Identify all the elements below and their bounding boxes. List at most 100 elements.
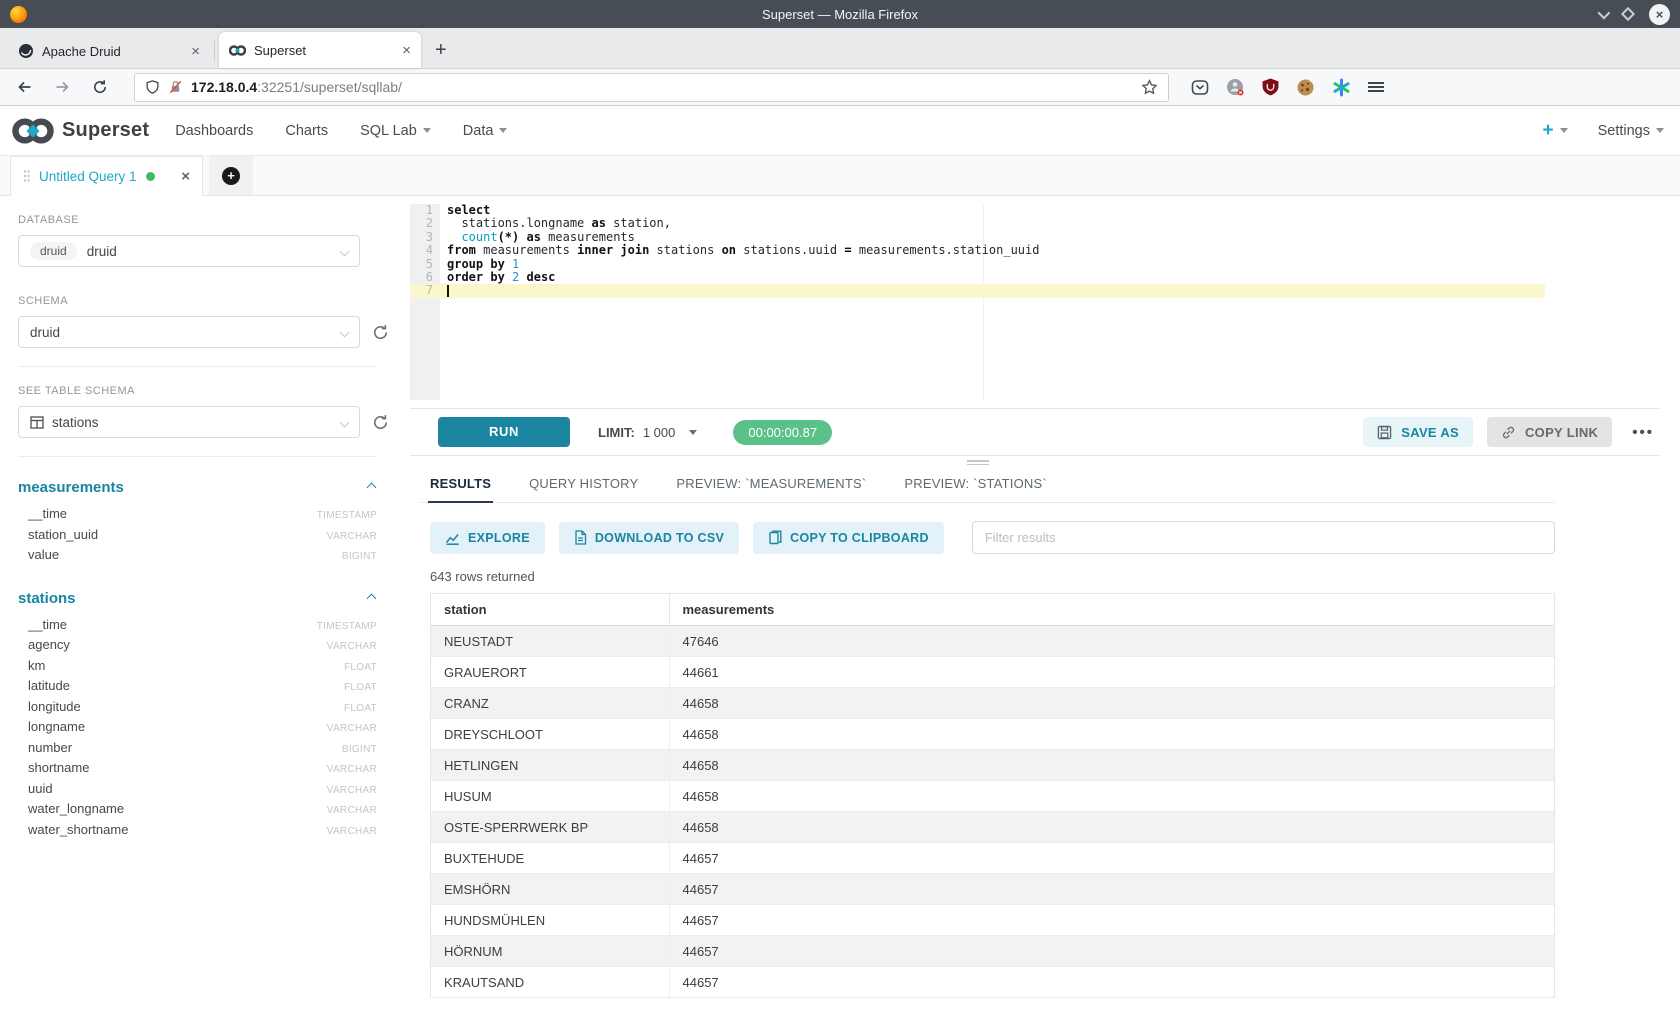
- column-type: TIMESTAMP: [317, 510, 377, 521]
- line-number: 4: [410, 244, 440, 257]
- chevron-up-icon[interactable]: [367, 593, 377, 603]
- download-csv-button[interactable]: DOWNLOAD TO CSV: [559, 522, 739, 554]
- table-row: HUSUM44658: [431, 781, 1554, 812]
- column-type: VARCHAR: [327, 826, 377, 837]
- query-tab-active[interactable]: Untitled Query 1 ×: [10, 156, 203, 196]
- reload-icon[interactable]: [88, 75, 112, 99]
- line-number: 6: [410, 271, 440, 284]
- tab-close-icon[interactable]: ×: [191, 43, 200, 60]
- column-name: latitude: [28, 678, 70, 693]
- tab-preview-stations[interactable]: PREVIEW: `STATIONS`: [902, 468, 1048, 502]
- refresh-table-icon[interactable]: [372, 414, 389, 431]
- tracking-shield-icon[interactable]: [145, 79, 160, 95]
- privacy-extension-icon[interactable]: [1226, 78, 1245, 97]
- schema-select[interactable]: druid: [18, 316, 360, 348]
- browser-tab-superset[interactable]: Superset ×: [219, 32, 421, 68]
- browser-tab-druid[interactable]: Apache Druid ×: [8, 34, 210, 68]
- brand-name: Superset: [62, 119, 149, 142]
- editor-line[interactable]: 6order by 2 desc: [410, 271, 1545, 284]
- chevron-up-icon[interactable]: [367, 483, 377, 493]
- code-line: select: [440, 204, 490, 217]
- table-row: DREYSCHLOOT44658: [431, 719, 1554, 750]
- schema-section-header[interactable]: stations: [18, 590, 377, 607]
- line-number: 3: [410, 231, 440, 244]
- table-schema-label: SEE TABLE SCHEMA: [18, 385, 400, 397]
- header-station[interactable]: station: [431, 594, 669, 626]
- sql-editor[interactable]: 1select2 stations.longname as station,3 …: [410, 204, 1545, 400]
- copy-clipboard-button[interactable]: COPY TO CLIPBOARD: [753, 522, 944, 554]
- cell-station: HETLINGEN: [431, 750, 669, 781]
- cookie-extension-icon[interactable]: [1296, 78, 1315, 97]
- drag-grip-icon[interactable]: [23, 169, 30, 183]
- run-button[interactable]: RUN: [438, 417, 570, 447]
- window-minimize-icon[interactable]: [1598, 6, 1611, 19]
- editor-line[interactable]: 7: [410, 284, 1545, 297]
- chevron-down-icon: [1656, 128, 1664, 133]
- column-name: value: [28, 547, 59, 562]
- editor-toolbar: RUN LIMIT: 1 000 00:00:00.87 SAVE AS: [410, 408, 1660, 456]
- settings-menu[interactable]: Settings: [1598, 123, 1664, 139]
- query-tab-close-icon[interactable]: ×: [181, 168, 190, 185]
- refresh-schema-icon[interactable]: [372, 324, 389, 341]
- tab-preview-measurements[interactable]: PREVIEW: `MEASUREMENTS`: [674, 468, 868, 502]
- tab-close-icon[interactable]: ×: [402, 42, 411, 59]
- nav-charts[interactable]: Charts: [285, 123, 328, 139]
- more-options-button[interactable]: •••: [1632, 424, 1654, 441]
- copy-link-button[interactable]: COPY LINK: [1487, 417, 1612, 447]
- ublock-icon[interactable]: [1262, 78, 1279, 96]
- column-row: station_uuidVARCHAR: [18, 527, 377, 548]
- superset-brand[interactable]: Superset: [12, 117, 149, 145]
- pane-resize-handle[interactable]: [410, 456, 1545, 468]
- database-select[interactable]: druid druid: [18, 235, 360, 267]
- column-row: value BIGINT: [18, 547, 377, 568]
- url-bar[interactable]: 172.18.0.4:32251/superset/sqllab/: [134, 73, 1169, 102]
- cell-station: GRAUERORT: [431, 657, 669, 688]
- column-row: kmFLOAT: [18, 658, 377, 679]
- cell-station: OSTE-SPERRWERK BP: [431, 812, 669, 843]
- header-measurements[interactable]: measurements: [669, 594, 1554, 626]
- column-type: BIGINT: [342, 551, 377, 562]
- tab-results[interactable]: RESULTS: [428, 468, 493, 503]
- explore-button[interactable]: EXPLORE: [430, 522, 545, 554]
- schema-section-header[interactable]: measurements: [18, 479, 377, 496]
- limit-dropdown[interactable]: LIMIT: 1 000: [598, 425, 697, 440]
- insecure-lock-icon[interactable]: [168, 79, 183, 95]
- query-tab-title: Untitled Query 1: [39, 169, 137, 184]
- nav-data[interactable]: Data: [463, 123, 508, 139]
- editor-line[interactable]: 4from measurements inner join stations o…: [410, 244, 1545, 257]
- editor-line[interactable]: 1select: [410, 204, 1545, 217]
- schema-value: druid: [30, 325, 60, 340]
- editor-line[interactable]: 2 stations.longname as station,: [410, 217, 1545, 230]
- column-name: number: [28, 740, 72, 755]
- new-query-tab[interactable]: +: [209, 156, 253, 195]
- save-as-button[interactable]: SAVE AS: [1363, 417, 1473, 447]
- table-select[interactable]: stations: [18, 406, 360, 438]
- bookmark-star-icon[interactable]: [1141, 79, 1158, 96]
- window-close-icon[interactable]: ×: [1649, 4, 1670, 25]
- nav-dashboards[interactable]: Dashboards: [175, 123, 253, 139]
- column-name: __time: [28, 617, 67, 632]
- app-header: Superset Dashboards Charts SQL Lab Data …: [0, 106, 1680, 156]
- pocket-icon[interactable]: [1191, 79, 1209, 96]
- chevron-down-icon: [499, 128, 507, 133]
- back-icon[interactable]: [12, 75, 36, 99]
- results-actions: EXPLORE DOWNLOAD TO CSV COPY TO CLIPBOAR…: [420, 521, 1555, 554]
- column-type: VARCHAR: [327, 641, 377, 652]
- filter-results-input[interactable]: [972, 521, 1555, 554]
- table-row: HUNDSMÜHLEN44657: [431, 905, 1554, 936]
- forward-icon[interactable]: [50, 75, 74, 99]
- extension-asterisk-icon[interactable]: [1332, 78, 1351, 97]
- cell-station: KRAUTSAND: [431, 967, 669, 998]
- menu-icon[interactable]: [1368, 80, 1384, 94]
- add-new-button[interactable]: +: [1542, 120, 1567, 142]
- table-value: stations: [52, 415, 99, 430]
- editor-line[interactable]: 3 count(*) as measurements: [410, 231, 1545, 244]
- tab-query-history[interactable]: QUERY HISTORY: [527, 468, 640, 502]
- nav-sql-lab[interactable]: SQL Lab: [360, 123, 431, 139]
- editor-line[interactable]: 5group by 1: [410, 258, 1545, 271]
- window-maximize-icon[interactable]: [1621, 7, 1635, 21]
- code-line: stations.longname as station,: [440, 217, 671, 230]
- url-text[interactable]: 172.18.0.4:32251/superset/sqllab/: [191, 79, 1133, 95]
- file-csv-icon: [574, 530, 587, 545]
- new-tab-button[interactable]: +: [435, 39, 447, 68]
